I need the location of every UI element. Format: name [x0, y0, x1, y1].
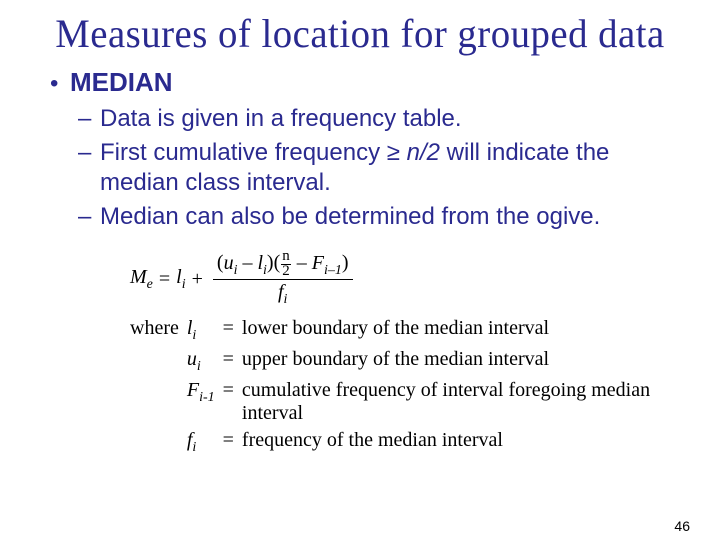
def-desc-li: lower boundary of the median interval: [242, 317, 680, 340]
bullet-median: • MEDIAN: [50, 67, 680, 98]
plus: +: [192, 268, 203, 291]
def-sym-fi1: Fi-1: [187, 379, 215, 406]
content-area: • MEDIAN – Data is given in a frequency …: [50, 67, 680, 456]
li-sub: i: [182, 277, 186, 292]
m-sub: e: [147, 277, 153, 292]
def-sym-fi: fi: [187, 429, 215, 456]
paren-open: (: [217, 252, 224, 274]
sub-text-2: First cumulative frequency ≥ n/2 will in…: [100, 138, 680, 198]
page-number: 46: [674, 518, 690, 534]
sub2-n-over-2: n/2: [407, 139, 440, 166]
sub-list: – Data is given in a frequency table. – …: [78, 104, 680, 232]
def-eq-2: =: [223, 348, 234, 371]
where-label: where: [130, 317, 179, 340]
definitions: where li = lower boundary of the median …: [130, 317, 680, 456]
def-sym-li: li: [187, 317, 215, 344]
def-desc-fi1: cumulative frequency of interval foregoi…: [242, 379, 680, 425]
sub-item-2: – First cumulative frequency ≥ n/2 will …: [78, 138, 680, 198]
n-over-2: n2: [281, 250, 291, 278]
def-eq-3: =: [223, 379, 234, 402]
sub-item-1: – Data is given in a frequency table.: [78, 104, 680, 134]
frac-denominator: fi: [274, 280, 291, 309]
bullet-label: MEDIAN: [70, 67, 173, 98]
dash-icon: –: [78, 202, 100, 232]
def-eq-1: =: [223, 317, 234, 340]
def-desc-fi: frequency of the median interval: [242, 429, 680, 452]
def-sym-ui: ui: [187, 348, 215, 375]
bullet-dot-icon: •: [50, 72, 70, 96]
def-eq-4: =: [223, 429, 234, 452]
dash-icon: –: [78, 138, 100, 168]
paren-close: ): [342, 252, 349, 274]
slide-title: Measures of location for grouped data: [11, 10, 709, 57]
dash-icon: –: [78, 104, 100, 134]
u-var: u: [224, 252, 234, 274]
m-var: M: [130, 266, 147, 288]
minus1: –: [237, 252, 257, 274]
fi-sub: i: [284, 292, 288, 307]
li-term: li: [176, 266, 185, 293]
formula-block: Me = li + (ui – li)(n2 – Fi–1) fi where …: [130, 250, 680, 456]
median-formula: Me = li + (ui – li)(n2 – Fi–1) fi: [130, 250, 680, 309]
def-desc-ui: upper boundary of the median interval: [242, 348, 680, 371]
me-symbol: Me: [130, 266, 153, 293]
sub2-part-a: First cumulative frequency ≥: [100, 139, 407, 166]
sub-text-3: Median can also be determined from the o…: [100, 202, 600, 232]
sub-item-3: – Median can also be determined from the…: [78, 202, 680, 232]
f-cap-sub: i–1: [324, 263, 342, 278]
n-bot: 2: [281, 265, 291, 279]
sub-text-1: Data is given in a frequency table.: [100, 104, 462, 134]
equals: =: [159, 268, 170, 291]
frac-numerator: (ui – li)(n2 – Fi–1): [213, 250, 353, 280]
paren-mid: )(: [267, 252, 280, 274]
f-cap-var: F: [312, 252, 324, 274]
fraction: (ui – li)(n2 – Fi–1) fi: [213, 250, 353, 309]
minus2: –: [292, 252, 312, 274]
